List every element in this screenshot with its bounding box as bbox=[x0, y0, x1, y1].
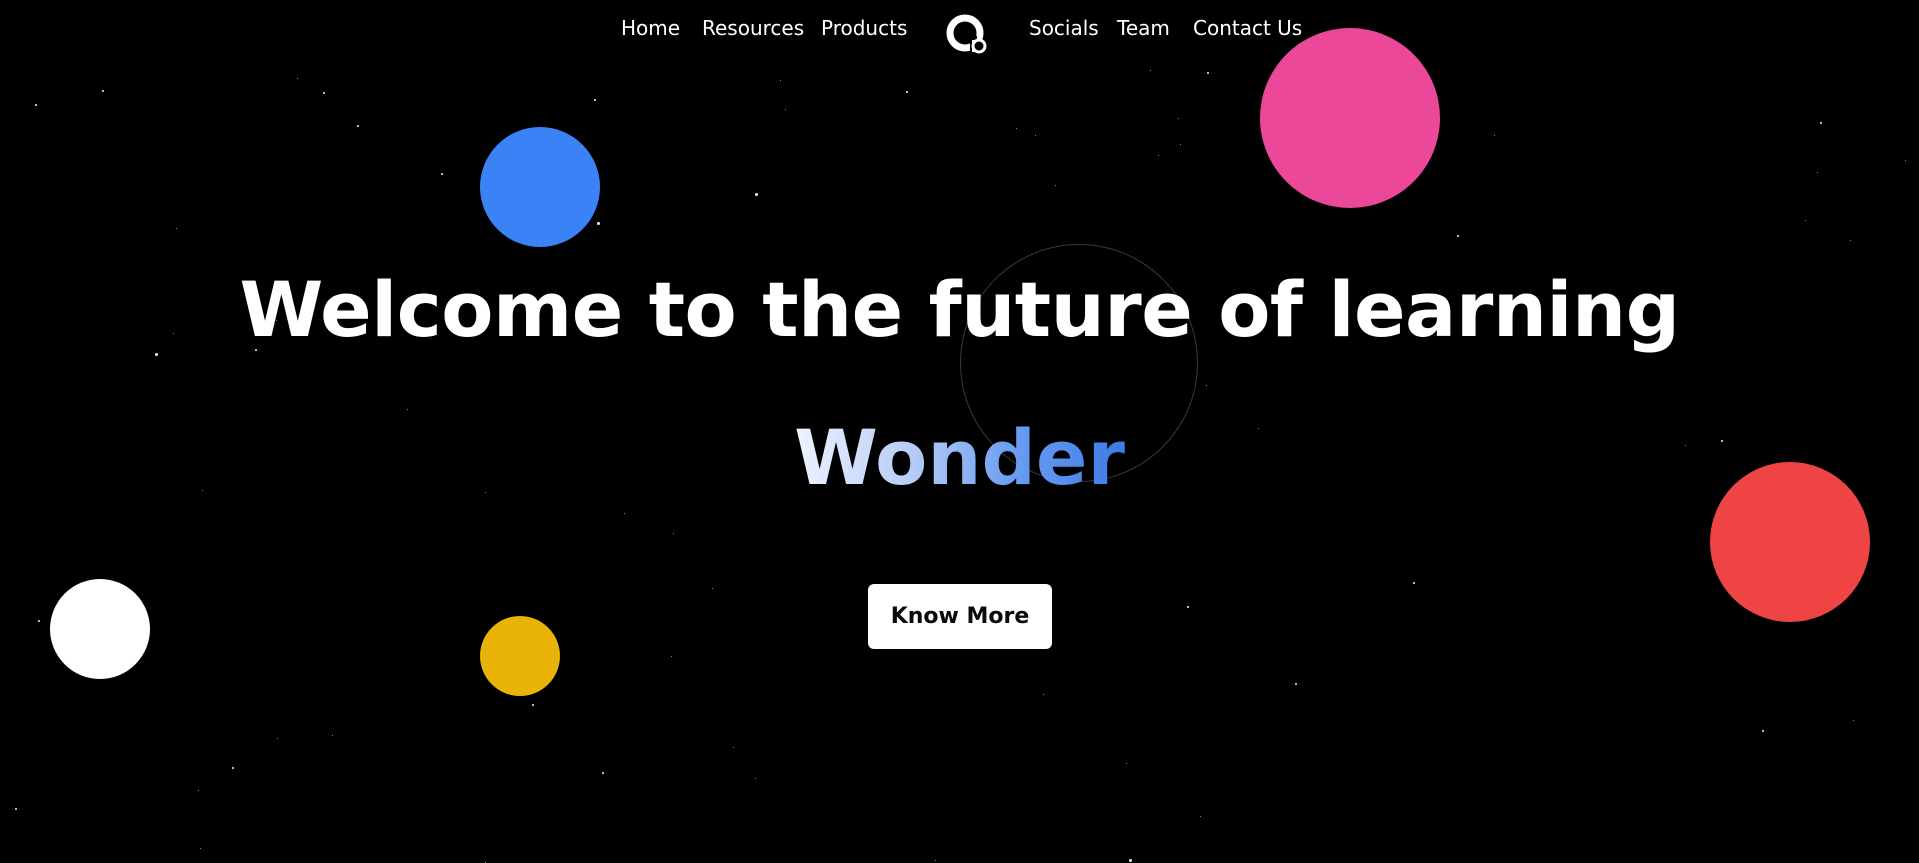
star bbox=[1295, 683, 1297, 685]
white-planet bbox=[50, 579, 150, 679]
nav-link-resources[interactable]: Resources bbox=[702, 15, 804, 41]
star bbox=[15, 808, 17, 810]
landing-page: Home Resources Products Socials Team Con… bbox=[0, 0, 1919, 863]
star bbox=[1820, 122, 1822, 124]
star bbox=[1200, 816, 1201, 817]
star bbox=[755, 778, 756, 779]
star bbox=[1817, 172, 1818, 173]
star bbox=[780, 80, 781, 81]
nav-link-home[interactable]: Home bbox=[621, 15, 680, 41]
star bbox=[1207, 72, 1209, 74]
hero-highlight-word-container: Wonder bbox=[0, 410, 1919, 506]
brand-logo-icon[interactable] bbox=[945, 12, 989, 56]
star bbox=[323, 92, 325, 94]
star bbox=[332, 735, 333, 736]
star bbox=[785, 109, 786, 110]
star bbox=[906, 91, 908, 93]
star bbox=[1494, 135, 1495, 136]
nav-link-contact-us[interactable]: Contact Us bbox=[1193, 15, 1302, 41]
star bbox=[441, 173, 443, 175]
nav-link-products[interactable]: Products bbox=[821, 15, 907, 41]
star bbox=[733, 747, 734, 748]
star bbox=[198, 790, 199, 791]
star bbox=[1850, 240, 1851, 241]
hero-title: Welcome to the future of learning bbox=[239, 265, 1680, 354]
star bbox=[1126, 763, 1127, 764]
star bbox=[277, 738, 278, 739]
star bbox=[532, 704, 534, 706]
brand-logo-icon-svg bbox=[946, 14, 987, 54]
star bbox=[102, 90, 104, 92]
star bbox=[1805, 220, 1806, 221]
star bbox=[755, 193, 758, 196]
star bbox=[712, 588, 713, 589]
star bbox=[597, 222, 600, 225]
star bbox=[1206, 385, 1207, 386]
star bbox=[671, 656, 672, 657]
star bbox=[176, 228, 177, 229]
star bbox=[624, 513, 625, 514]
star bbox=[1413, 582, 1415, 584]
star bbox=[1905, 160, 1906, 161]
hero-highlight-word: Wonder bbox=[794, 413, 1125, 502]
star bbox=[594, 99, 596, 101]
star bbox=[1129, 859, 1132, 862]
star bbox=[1043, 694, 1044, 695]
know-more-button[interactable]: Know More bbox=[868, 584, 1052, 649]
star bbox=[1016, 128, 1017, 129]
star bbox=[1853, 720, 1854, 721]
star bbox=[297, 78, 298, 79]
star bbox=[935, 860, 936, 861]
star bbox=[357, 125, 359, 127]
star bbox=[1178, 118, 1179, 119]
star bbox=[1035, 135, 1036, 136]
star bbox=[1158, 155, 1159, 156]
star bbox=[1180, 144, 1181, 145]
star bbox=[602, 772, 604, 774]
star bbox=[200, 848, 201, 849]
top-navigation: Home Resources Products Socials Team Con… bbox=[0, 0, 1919, 56]
star bbox=[35, 104, 37, 106]
star bbox=[673, 533, 674, 534]
star bbox=[1762, 730, 1764, 732]
star bbox=[1187, 606, 1189, 608]
star bbox=[1457, 235, 1459, 237]
yellow-planet bbox=[480, 616, 560, 696]
blue-planet bbox=[480, 127, 600, 247]
star bbox=[1150, 70, 1151, 71]
nav-link-team[interactable]: Team bbox=[1117, 15, 1170, 41]
nav-link-socials[interactable]: Socials bbox=[1029, 15, 1099, 41]
star bbox=[232, 767, 234, 769]
star bbox=[1055, 185, 1056, 186]
star bbox=[38, 620, 40, 622]
